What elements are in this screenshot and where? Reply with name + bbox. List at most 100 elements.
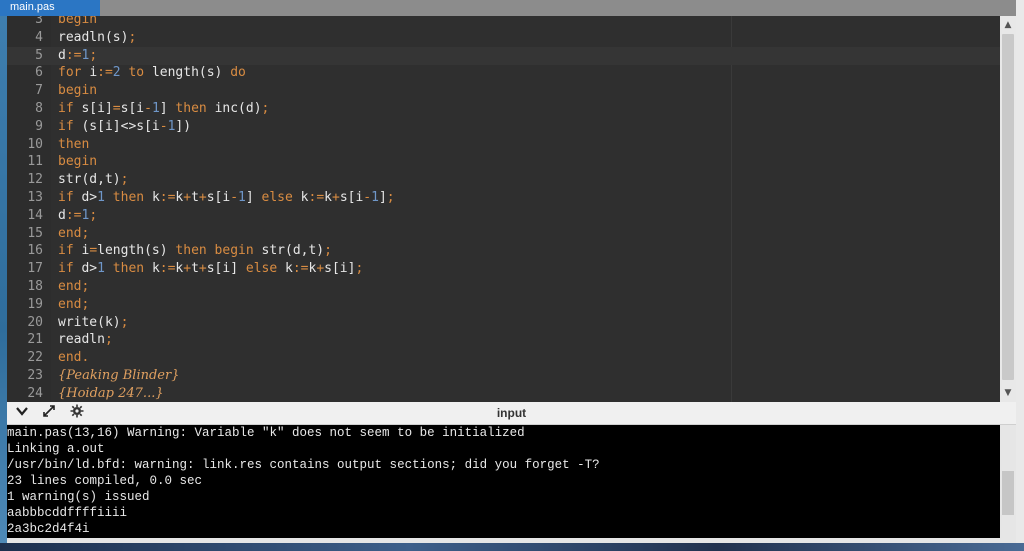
code-line[interactable]: 6 for i:=2 to length(s) do xyxy=(7,64,1000,82)
code-token: i xyxy=(89,65,98,81)
line-number: 23 xyxy=(27,368,43,383)
console-line: 2a3bc2d4f4i xyxy=(7,522,90,536)
code-editor[interactable]: 3 begin 4 readln(s); 5 d:=1; 6 for i:=2 to leng… xyxy=(7,16,1000,402)
code-line[interactable]: 5 d:=1; xyxy=(7,46,1000,65)
code-token: ] xyxy=(378,190,387,205)
code-text: end. xyxy=(58,349,89,367)
console-line: Linking a.out xyxy=(7,442,105,456)
code-token: end. xyxy=(58,350,90,366)
code-text: {Hoidap 247...} xyxy=(58,385,164,402)
code-line[interactable]: 20 write(k); xyxy=(7,314,1000,332)
code-token: + xyxy=(198,261,207,277)
console-line: /usr/bin/ld.bfd: warning: link.res conta… xyxy=(7,458,600,472)
expand-arrows-icon[interactable] xyxy=(40,404,58,422)
code-line[interactable]: 22 end. xyxy=(7,349,1000,367)
code-token: k xyxy=(324,190,332,205)
code-token: := xyxy=(159,190,176,205)
code-line[interactable]: 16 if i=length(s) then begin str(d,t); xyxy=(7,242,1000,260)
code-token: if xyxy=(58,118,82,134)
code-line[interactable]: 14 d:=1; xyxy=(7,207,1000,225)
editor-vertical-scrollbar[interactable]: ▲ ▼ xyxy=(1000,16,1016,402)
code-line[interactable]: 15 end; xyxy=(7,225,1000,243)
code-token: k xyxy=(285,261,293,277)
line-number: 20 xyxy=(27,314,43,330)
code-token: + xyxy=(198,190,207,205)
code-token: ]) xyxy=(175,118,192,134)
console-line: main.pas(13,16) Warning: Variable "k" do… xyxy=(7,426,525,440)
code-token: 1 xyxy=(97,261,105,277)
code-token: write(k) xyxy=(58,314,121,330)
code-token: ; xyxy=(89,207,98,223)
code-token: then xyxy=(104,261,152,277)
console-vertical-scrollbar[interactable] xyxy=(1000,425,1016,538)
code-token: then xyxy=(58,136,90,152)
code-token: k xyxy=(151,190,160,205)
line-number: 3 xyxy=(35,16,43,27)
chevron-down-icon[interactable] xyxy=(13,404,31,422)
scroll-down-arrow-icon[interactable]: ▼ xyxy=(1000,386,1016,400)
code-token: readln(s) xyxy=(58,29,129,45)
code-line[interactable]: 23 {Peaking Blinder} xyxy=(7,367,1000,385)
code-text: for i:=2 to length(s) do xyxy=(58,64,246,82)
line-number: 10 xyxy=(27,136,43,152)
code-text: end; xyxy=(58,296,89,314)
code-line[interactable]: 21 readln; xyxy=(7,331,1000,349)
code-token: if xyxy=(58,190,82,205)
line-number: 21 xyxy=(27,332,43,348)
code-line[interactable]: 8 if s[i]=s[i-1] then inc(d); xyxy=(7,100,1000,118)
code-token: if xyxy=(58,101,82,116)
editor-scroll-thumb[interactable] xyxy=(1002,34,1014,380)
code-line[interactable]: 7 begin xyxy=(7,82,1000,100)
code-line[interactable]: 12 str(d,t); xyxy=(7,171,1000,189)
code-token: end; xyxy=(58,225,90,241)
code-token: 2 xyxy=(112,65,121,81)
code-text: readln; xyxy=(58,331,113,349)
code-line[interactable]: 11 begin xyxy=(7,153,1000,171)
code-line[interactable]: 10 then xyxy=(7,136,1000,154)
code-token: end; xyxy=(58,279,90,294)
code-line[interactable]: 17 if d>1 then k:=k+t+s[i] else k:=k+s[i]… xyxy=(7,260,1000,278)
code-token: := xyxy=(308,190,325,205)
code-text: if d>1 then k:=k+t+s[i] else k:=k+s[i]; xyxy=(58,260,363,278)
code-token: ; xyxy=(120,172,129,188)
code-token: str(d,t) xyxy=(58,172,121,188)
line-number: 18 xyxy=(27,279,43,294)
code-token: + xyxy=(183,261,192,277)
code-line[interactable]: 19 end; xyxy=(7,296,1000,314)
code-token: {Peaking Blinder} xyxy=(58,368,180,383)
code-token: length(s) xyxy=(151,65,223,81)
code-token: + xyxy=(331,190,340,205)
code-line[interactable]: 13 if d>1 then k:=k+t+s[i-1] else k:=k+s[… xyxy=(7,189,1000,207)
code-token: if xyxy=(58,261,82,277)
code-token: - xyxy=(363,190,372,205)
code-line[interactable]: 3 begin xyxy=(7,16,1000,29)
scroll-up-arrow-icon[interactable]: ▲ xyxy=(1000,18,1016,32)
console-scroll-thumb[interactable] xyxy=(1002,471,1014,515)
code-line[interactable]: 4 readln(s); xyxy=(7,29,1000,47)
code-token: := xyxy=(65,207,82,223)
code-token: length(s) xyxy=(97,243,168,259)
code-token: s[i xyxy=(206,190,231,205)
desktop-left-edge xyxy=(0,0,7,551)
code-line[interactable]: 24 {Hoidap 247...} xyxy=(7,385,1000,402)
code-token: then xyxy=(104,190,152,205)
gear-icon[interactable] xyxy=(68,404,86,422)
code-line[interactable]: 9 if (s[i]<>s[i-1]) xyxy=(7,118,1000,136)
code-token: begin xyxy=(58,16,98,27)
panel-title: input xyxy=(496,406,527,420)
code-token: ] xyxy=(245,190,254,205)
code-token: d xyxy=(58,207,66,223)
code-token: ; xyxy=(128,29,137,45)
code-text: d:=1; xyxy=(58,207,97,225)
code-token: 1 xyxy=(371,190,379,205)
code-token: readln xyxy=(58,332,105,348)
code-token: - xyxy=(159,118,168,134)
code-token: - xyxy=(144,101,152,116)
tab-main-pas[interactable]: main.pas xyxy=(0,0,100,16)
code-line[interactable]: 18 end; xyxy=(7,278,1000,296)
output-console[interactable]: main.pas(13,16) Warning: Variable "k" do… xyxy=(7,425,1000,538)
code-token: inc(d) xyxy=(214,101,262,116)
code-text: end; xyxy=(58,225,89,243)
code-token: (s[i]<>s[i xyxy=(81,118,160,134)
code-token: t xyxy=(191,190,199,205)
